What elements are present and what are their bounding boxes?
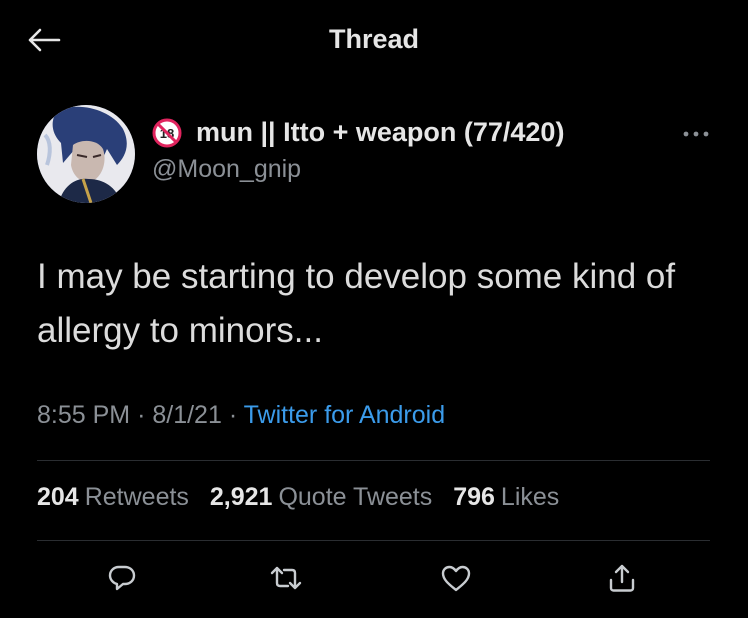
separator: · — [228, 401, 238, 429]
retweets-stat[interactable]: 204 Retweets — [37, 483, 189, 511]
tweet-actions — [0, 556, 748, 600]
quote-tweets-stat[interactable]: 2,921 Quote Tweets — [210, 483, 432, 511]
like-button[interactable] — [436, 560, 476, 596]
avatar-illustration — [37, 105, 135, 203]
reply-icon — [108, 565, 136, 591]
retweet-button[interactable] — [266, 560, 306, 596]
tweet-text: I may be starting to develop some kind o… — [37, 257, 676, 350]
reply-button[interactable] — [102, 560, 142, 596]
tweet-time[interactable]: 8:55 PM — [37, 401, 130, 429]
divider — [37, 460, 710, 461]
author-display-name[interactable]: mun || Itto + weapon (77/420) — [196, 117, 564, 148]
retweet-icon — [270, 566, 302, 590]
page-title: Thread — [328, 24, 420, 54]
engagement-stats: 204 Retweets 2,921 Quote Tweets 796 Likes — [37, 483, 573, 512]
author-name-row: 18 mun || Itto + weapon (77/420) — [152, 117, 564, 148]
share-icon — [609, 564, 635, 592]
author-handle[interactable]: @Moon_gnip — [152, 155, 301, 184]
top-bar: Thread — [0, 0, 748, 80]
likes-stat[interactable]: 796 Likes — [453, 483, 559, 511]
tweet-date[interactable]: 8/1/21 — [152, 401, 222, 429]
tweet-source-link[interactable]: Twitter for Android — [244, 401, 445, 429]
tweet-metadata: 8:55 PM · 8/1/21 · Twitter for Android — [37, 401, 445, 430]
eighteen-plus-icon: 18 — [152, 118, 182, 147]
share-button[interactable] — [602, 560, 642, 596]
like-icon — [441, 565, 471, 592]
ellipsis-icon — [683, 131, 709, 137]
divider — [37, 540, 710, 541]
separator: · — [137, 401, 146, 429]
more-options-button[interactable] — [678, 120, 714, 148]
avatar[interactable] — [37, 105, 135, 203]
